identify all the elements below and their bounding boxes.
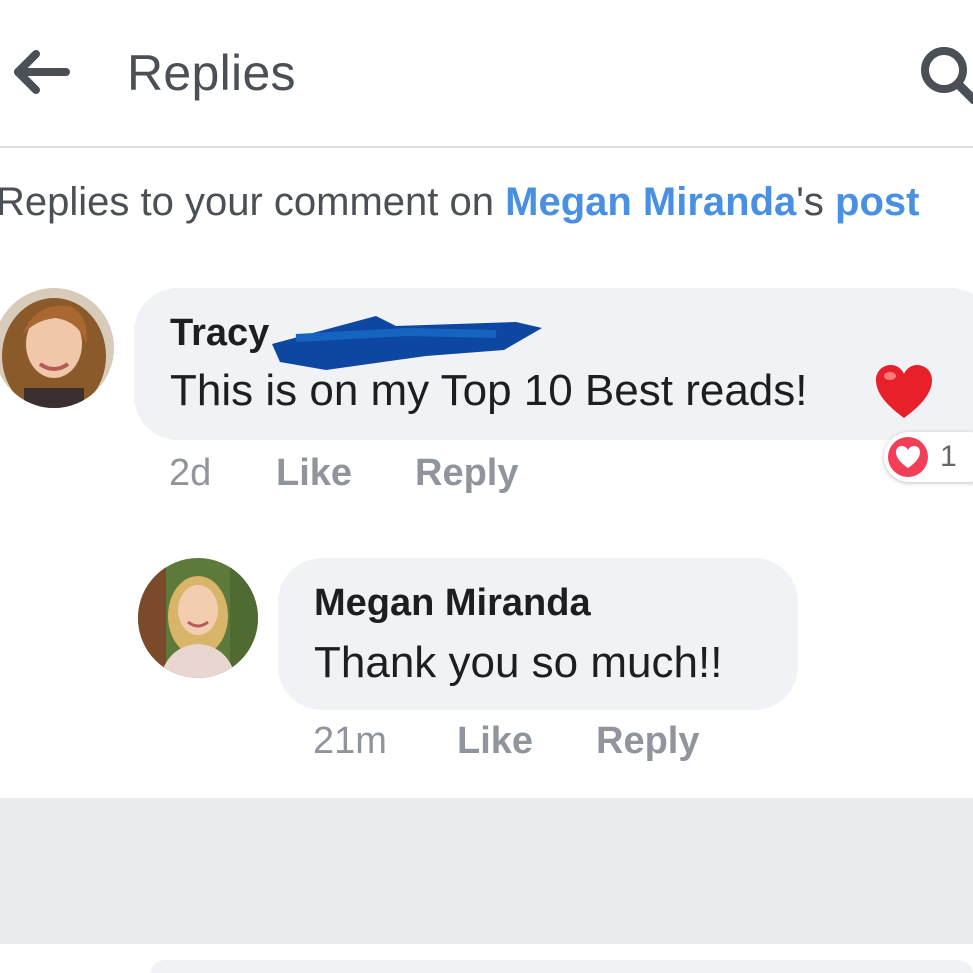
- search-icon: [921, 47, 973, 105]
- comment-text: This is on my Top 10 Best reads!: [170, 366, 808, 415]
- like-button[interactable]: Like: [457, 720, 533, 763]
- post-link[interactable]: post: [835, 180, 919, 224]
- red-heart-icon: [876, 365, 932, 418]
- avatar[interactable]: [0, 288, 114, 408]
- comment-timestamp: 2d: [169, 452, 212, 494]
- love-reaction-icon: [888, 437, 928, 477]
- next-comment-bubble: [150, 960, 973, 973]
- like-button[interactable]: Like: [276, 452, 352, 495]
- search-button[interactable]: [918, 44, 973, 105]
- context-possessive: 's: [796, 180, 836, 224]
- comment-author[interactable]: Megan Miranda: [314, 582, 591, 625]
- replies-context-line: Replies to your comment on Megan Miranda…: [0, 180, 919, 225]
- comment-bubble[interactable]: Megan Miranda Thank you so much!!: [278, 558, 798, 710]
- comment-bubble[interactable]: Tracy This is on my Top 10 Best reads!: [134, 288, 973, 440]
- context-prefix: Replies to your comment on: [0, 180, 506, 224]
- comment-author[interactable]: Tracy: [170, 312, 269, 355]
- replies-screen: Replies Replies to your comment on Megan…: [0, 0, 973, 973]
- page-title: Replies: [127, 45, 296, 101]
- reaction-count: 1: [940, 440, 957, 473]
- profile-photo: [138, 558, 258, 678]
- profile-photo: [0, 288, 114, 408]
- section-divider: [0, 798, 973, 944]
- avatar[interactable]: [138, 558, 258, 678]
- app-header: Replies: [0, 0, 973, 148]
- comment-text: Thank you so much!!: [314, 638, 723, 687]
- reply-button[interactable]: Reply: [415, 452, 518, 495]
- post-author-link[interactable]: Megan Miranda: [505, 180, 796, 224]
- reply-button[interactable]: Reply: [596, 720, 699, 763]
- comment-timestamp: 21m: [313, 720, 387, 762]
- back-button[interactable]: [14, 50, 70, 94]
- reaction-summary[interactable]: 1: [884, 432, 973, 482]
- arrow-left-icon: [14, 50, 70, 94]
